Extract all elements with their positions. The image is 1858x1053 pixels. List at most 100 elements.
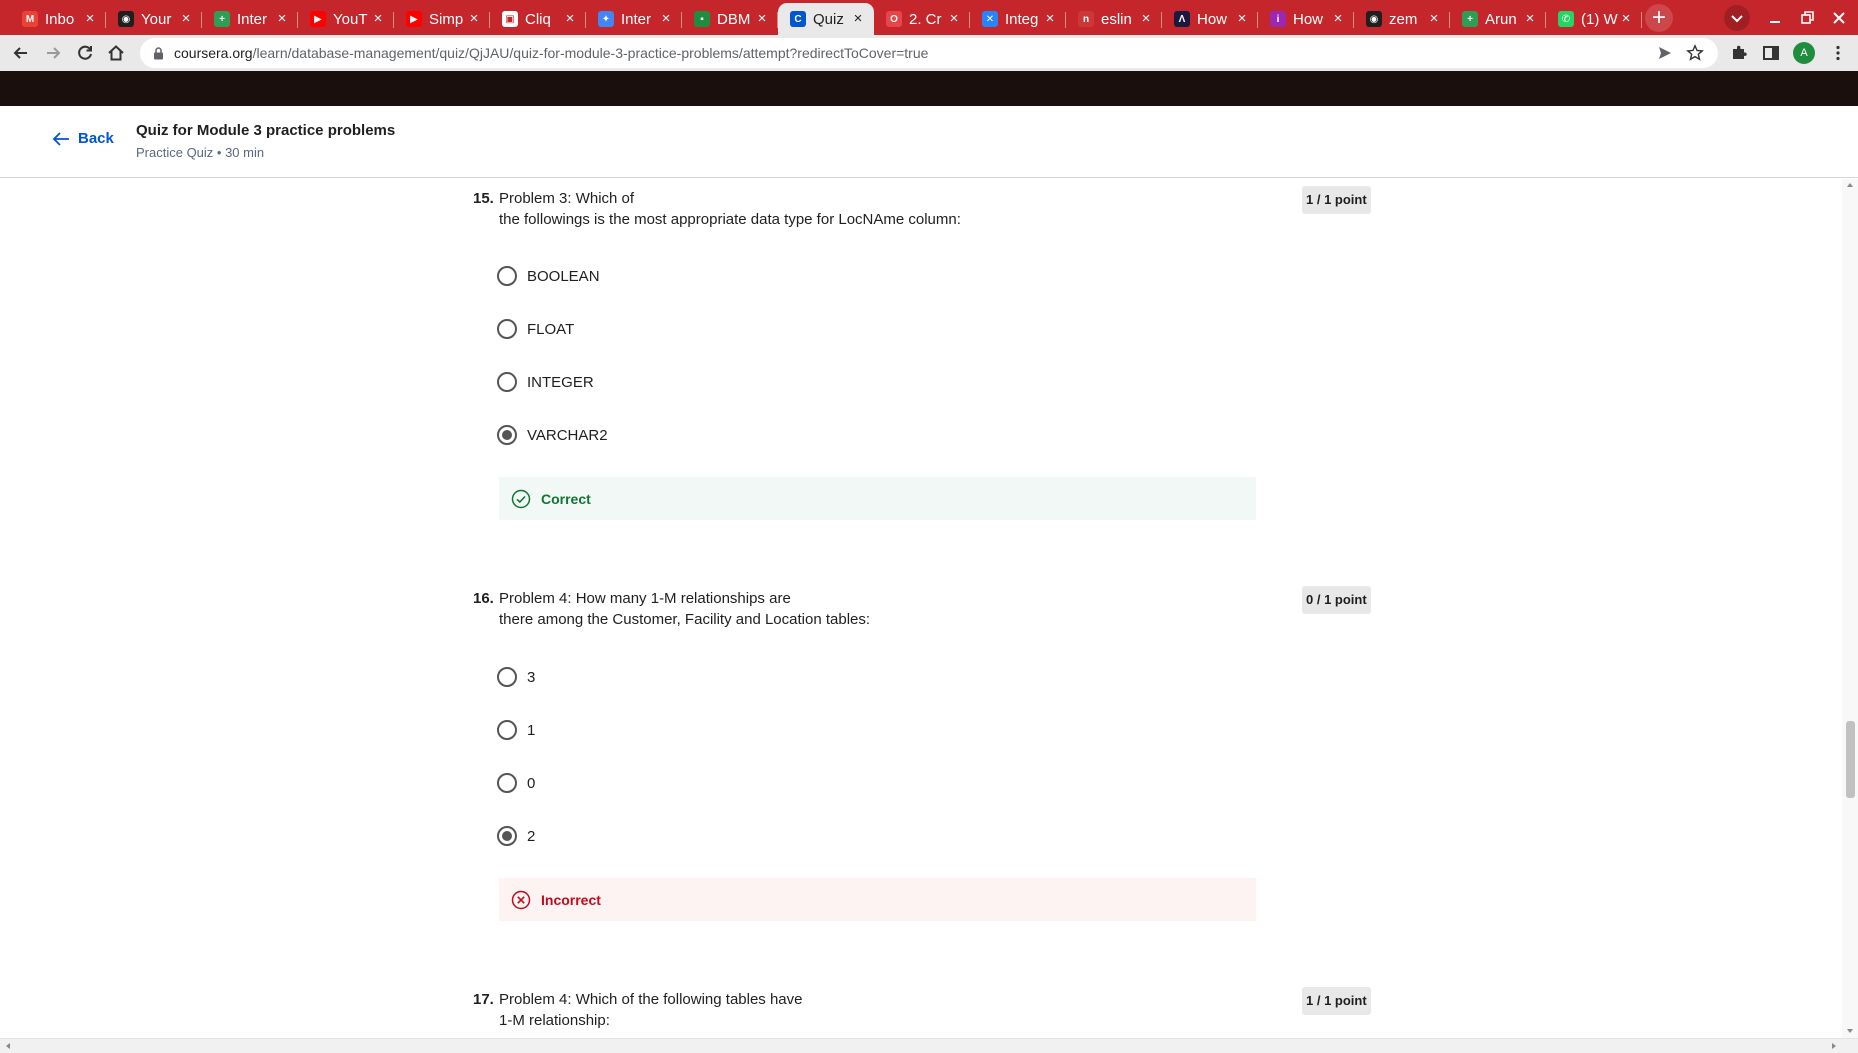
browser-tab[interactable]: C Quiz × (778, 3, 874, 35)
browser-tab[interactable]: M Inbo × (10, 3, 106, 35)
close-window-button[interactable] (1827, 6, 1851, 30)
browser-tab[interactable]: ◉ Your × (106, 3, 202, 35)
question-text: Problem 4: How many 1-M relationships ar… (499, 588, 1059, 630)
tab-close-icon[interactable]: × (178, 11, 194, 27)
opera-icon: O (886, 11, 902, 27)
tab-close-icon[interactable]: × (82, 11, 98, 27)
tab-close-icon[interactable]: × (850, 11, 866, 27)
radio-button[interactable] (497, 319, 517, 339)
tab-close-icon[interactable]: × (274, 11, 290, 27)
browser-tab[interactable]: Λ How × (1162, 3, 1258, 35)
points-badge: 0 / 1 point (1302, 586, 1371, 614)
profile-avatar[interactable]: A (1793, 42, 1815, 64)
back-nav-button[interactable] (9, 41, 33, 65)
radio-button-selected[interactable] (497, 425, 517, 445)
points-badge: 1 / 1 point (1302, 186, 1371, 214)
tab-search-button[interactable] (1724, 5, 1750, 31)
answer-option[interactable]: 3 (497, 666, 535, 688)
send-icon[interactable] (1657, 45, 1673, 61)
tab-close-icon[interactable]: × (1234, 11, 1250, 27)
option-label: 0 (527, 774, 536, 792)
horizontal-scrollbar[interactable] (0, 1038, 1858, 1053)
browser-tab[interactable]: ✕ Integ × (970, 3, 1066, 35)
scroll-up-arrow-icon[interactable] (1846, 181, 1854, 189)
side-panel-button[interactable] (1759, 41, 1783, 65)
tab-close-icon[interactable]: × (370, 11, 386, 27)
browser-tab[interactable]: + Inter × (202, 3, 298, 35)
tab-title: zem (1389, 10, 1418, 28)
vertical-scrollbar[interactable] (1842, 179, 1858, 1038)
browser-tab[interactable]: ▶ Simp × (394, 3, 490, 35)
answer-option[interactable]: VARCHAR2 (497, 424, 608, 446)
answer-option[interactable]: FLOAT (497, 318, 574, 340)
answer-option[interactable]: 1 (497, 719, 535, 741)
tab-close-icon[interactable]: × (1522, 11, 1538, 27)
extensions-button[interactable] (1727, 41, 1751, 65)
question-text: Problem 3: Which of the followings is th… (499, 188, 1059, 230)
tab-close-icon[interactable]: × (1330, 11, 1346, 27)
tab-close-icon[interactable]: × (1042, 11, 1058, 27)
minimize-icon (1770, 21, 1780, 23)
address-bar[interactable]: coursera.org/learn/database-management/q… (140, 38, 1718, 68)
scroll-down-arrow-icon[interactable] (1846, 1027, 1854, 1035)
browser-tab[interactable]: ▪ DBM × (682, 3, 778, 35)
browser-tab[interactable]: ▶ YouT × (298, 3, 394, 35)
reload-button[interactable] (73, 41, 97, 65)
radio-button[interactable] (497, 372, 517, 392)
scroll-right-arrow-icon[interactable] (1830, 1042, 1838, 1050)
tab-close-icon[interactable]: × (466, 11, 482, 27)
answer-option[interactable]: 0 (497, 772, 535, 794)
tab-close-icon[interactable]: × (1618, 11, 1634, 27)
option-label: VARCHAR2 (527, 426, 608, 444)
browser-tab[interactable]: ✆ (1) W × (1546, 3, 1642, 35)
tab-title: Your (141, 10, 172, 28)
option-label: 2 (527, 827, 536, 845)
answer-option[interactable]: INTEGER (497, 371, 594, 393)
tab-title: YouT (333, 10, 368, 28)
radio-button[interactable] (497, 720, 517, 740)
back-link[interactable]: Back (52, 130, 114, 147)
minimize-button[interactable] (1763, 6, 1787, 30)
star-icon[interactable] (1686, 44, 1704, 62)
points-badge: 1 / 1 point (1302, 987, 1371, 1015)
arrow-left-icon (52, 131, 69, 146)
forward-nav-button[interactable] (41, 41, 65, 65)
feedback-label: Correct (541, 490, 591, 507)
home-icon (108, 45, 124, 61)
answer-option[interactable]: 2 (497, 825, 535, 847)
browser-tab[interactable]: ▣ Cliq × (490, 3, 586, 35)
browser-tab[interactable]: n eslin × (1066, 3, 1162, 35)
x-circle-icon (511, 890, 531, 909)
browser-menu-button[interactable] (1826, 41, 1850, 65)
new-tab-button[interactable]: + (1645, 4, 1673, 32)
info-icon: i (1270, 11, 1286, 27)
browser-tab[interactable]: ✦ Inter × (586, 3, 682, 35)
lock-icon (154, 47, 163, 60)
question-number: 16. (473, 590, 494, 607)
radio-button[interactable] (497, 266, 517, 286)
tab-title: eslin (1101, 10, 1132, 28)
restore-button[interactable] (1795, 6, 1819, 30)
scrollbar-thumb[interactable] (1846, 721, 1855, 798)
scroll-left-arrow-icon[interactable] (4, 1042, 12, 1050)
tab-close-icon[interactable]: × (658, 11, 674, 27)
home-button[interactable] (104, 41, 128, 65)
question-line-1: Problem 4: How many 1-M relationships ar… (499, 590, 791, 607)
tab-close-icon[interactable]: × (562, 11, 578, 27)
browser-tab[interactable]: i How × (1258, 3, 1354, 35)
chat-icon: ▣ (502, 11, 518, 27)
answer-option[interactable]: BOOLEAN (497, 265, 600, 287)
radio-button[interactable] (497, 773, 517, 793)
feedback-correct: Correct (499, 477, 1256, 520)
tab-close-icon[interactable]: × (946, 11, 962, 27)
browser-tab[interactable]: + Arun × (1450, 3, 1546, 35)
gmail-icon: M (22, 11, 38, 27)
radio-button-selected[interactable] (497, 826, 517, 846)
tab-close-icon[interactable]: × (1138, 11, 1154, 27)
browser-tab[interactable]: O 2. Cr × (874, 3, 970, 35)
radio-button[interactable] (497, 667, 517, 687)
tab-close-icon[interactable]: × (1426, 11, 1442, 27)
browser-tab[interactable]: ◉ zem × (1354, 3, 1450, 35)
tab-close-icon[interactable]: × (754, 11, 770, 27)
url-path: /learn/database-management/quiz/QjJAU/qu… (252, 45, 929, 61)
